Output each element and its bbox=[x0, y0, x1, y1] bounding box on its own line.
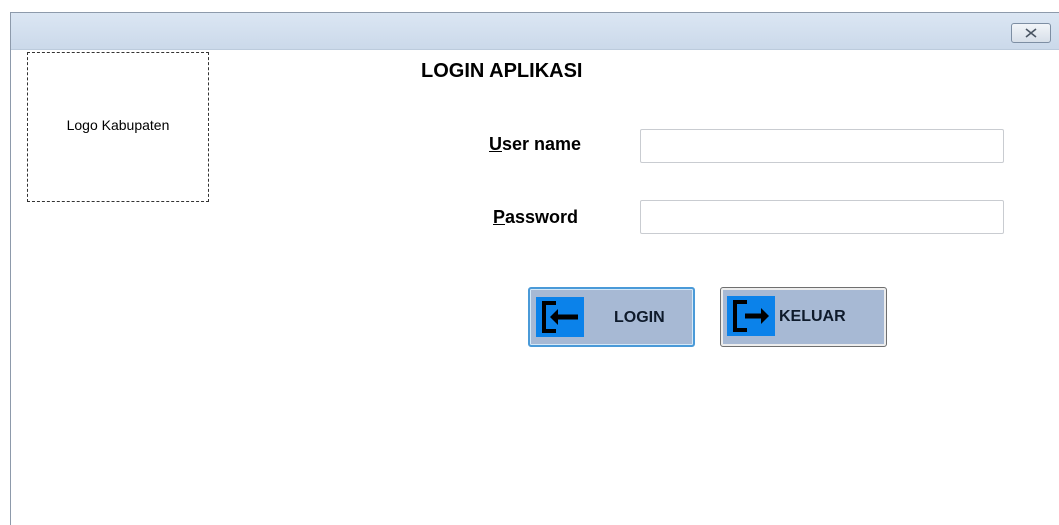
login-button[interactable]: LOGIN bbox=[528, 287, 695, 347]
password-input[interactable] bbox=[640, 200, 1004, 234]
login-arrow-icon bbox=[536, 297, 584, 337]
keluar-button[interactable]: KELUAR bbox=[720, 287, 887, 347]
exit-arrow-icon bbox=[727, 296, 775, 336]
logo-placeholder-text: Logo Kabupaten bbox=[66, 117, 170, 133]
title-bar[interactable] bbox=[11, 13, 1059, 50]
close-icon bbox=[1025, 28, 1037, 38]
close-button[interactable] bbox=[1011, 23, 1051, 43]
logo-placeholder: Logo Kabupaten bbox=[27, 52, 209, 202]
username-label-accelerator: U bbox=[489, 134, 502, 154]
password-label-accelerator: P bbox=[493, 207, 506, 227]
login-button-label: LOGIN bbox=[614, 309, 665, 326]
username-input[interactable] bbox=[640, 129, 1004, 163]
password-label-text: assword bbox=[505, 207, 579, 227]
form-title: LOGIN APLIKASI bbox=[421, 60, 583, 82]
username-label: User name bbox=[489, 134, 581, 155]
keluar-button-label: KELUAR bbox=[779, 308, 846, 325]
password-label: Password bbox=[493, 207, 578, 228]
username-label-text: ser name bbox=[502, 134, 582, 154]
